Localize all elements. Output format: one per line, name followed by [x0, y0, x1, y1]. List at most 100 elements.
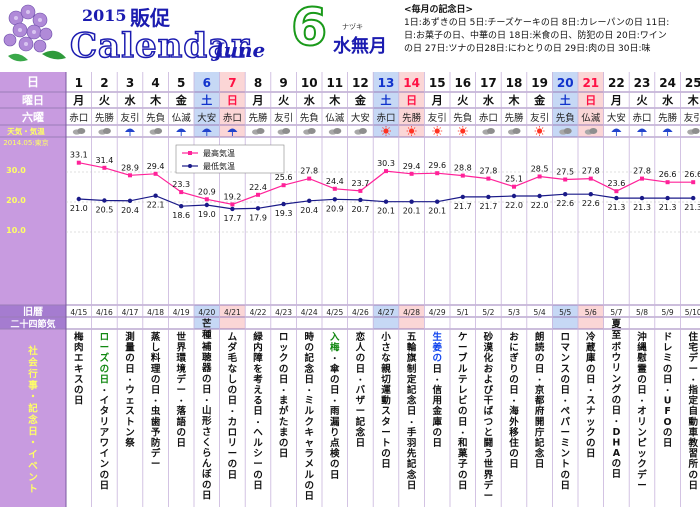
kyureki-date: 5/1	[457, 308, 469, 317]
rokuyo-label: 赤口	[69, 113, 88, 124]
event-char: ・	[331, 397, 339, 406]
max-temp-label: 23.3	[172, 180, 190, 189]
event-char: 日	[125, 364, 135, 375]
date-number: 23	[634, 76, 651, 90]
event-char: タ	[100, 405, 110, 417]
kyureki-date: 4/29	[429, 308, 446, 317]
rokuyo-label: 友引	[530, 112, 549, 124]
event-char: キ	[304, 427, 314, 438]
event-char: の	[458, 470, 468, 481]
event-char: グ	[612, 383, 622, 395]
weekday-label: 日	[406, 94, 417, 107]
date-number: 11	[326, 76, 343, 90]
kyureki-date: 4/28	[403, 308, 420, 317]
event-char: ル	[304, 470, 314, 481]
row-label-events-char: ・	[28, 438, 38, 449]
event-char: ラ	[304, 449, 314, 460]
max-temp-point	[588, 176, 593, 181]
min-temp-point	[332, 197, 337, 202]
event-char: ン	[560, 449, 570, 460]
event-char: タ	[381, 416, 391, 428]
event-char: ト	[381, 438, 391, 449]
min-temp-point	[435, 199, 440, 204]
event-char: 化	[484, 352, 494, 364]
min-temp-point	[179, 204, 184, 209]
event-char: ズ	[100, 352, 110, 364]
kyureki-date: 4/22	[250, 308, 267, 317]
event-char: ウ	[125, 385, 135, 396]
header-month-en: June	[214, 38, 266, 62]
rokuyo-label: 先勝	[504, 112, 524, 124]
rokuyo-label: 先負	[300, 112, 319, 124]
row-label-date: 日	[27, 75, 39, 89]
header-furigana: ナヅキ	[342, 23, 363, 31]
min-temp-label: 20.1	[428, 207, 446, 216]
event-char: ン	[100, 459, 110, 470]
monthly-anniversaries-line: 日:お菓子の日、中華の日 18日:米食の日、防犯の日 20日:ワイン	[404, 31, 667, 41]
event-char: デ	[176, 373, 186, 385]
event-char: の	[688, 470, 698, 481]
event-char: 親	[381, 363, 391, 375]
row-label-events-char: 社	[27, 345, 38, 357]
event-char: ッ	[637, 449, 647, 460]
event-char: パ	[560, 416, 570, 428]
event-char: ン	[612, 374, 622, 385]
event-char: ・	[356, 375, 364, 384]
weekday-label: 水	[125, 93, 137, 107]
event-char: 日	[202, 384, 212, 395]
event-char: 外	[508, 416, 519, 428]
max-temp-point	[665, 180, 670, 185]
event-char: く	[202, 437, 212, 448]
max-temp-label: 29.4	[403, 162, 421, 171]
event-char: 日	[381, 459, 391, 470]
event-char: 時	[304, 331, 314, 343]
event-char: 府	[535, 405, 545, 417]
event-char: る	[253, 396, 263, 407]
sekki-char: 至	[612, 330, 622, 341]
event-char: ト	[125, 417, 135, 428]
event-char: 量	[125, 342, 135, 354]
event-char: 障	[253, 352, 263, 364]
event-char: の	[125, 353, 135, 364]
event-char: 習	[688, 449, 698, 460]
event-char: 検	[330, 448, 340, 460]
weekday-label: 金	[175, 93, 188, 107]
event-char: 日	[612, 469, 622, 480]
date-number: 24	[659, 76, 676, 90]
min-temp-point	[281, 201, 286, 207]
rokuyo-label: 仏滅	[172, 112, 192, 124]
rokuyo-label: 先勝	[658, 112, 678, 124]
event-char: の	[304, 480, 314, 491]
event-char: の	[100, 470, 110, 481]
kyureki-date: 5/3	[508, 308, 520, 317]
sun-icon	[537, 128, 543, 134]
weekday-label: 火	[637, 94, 649, 107]
date-number: 5	[177, 76, 185, 90]
event-char: 緑	[253, 331, 263, 343]
event-char: 予	[151, 427, 161, 438]
event-char: 点	[330, 437, 340, 449]
event-char: 理	[151, 364, 161, 375]
date-number: 3	[126, 76, 134, 90]
event-char: 日	[100, 374, 110, 385]
event-char: の	[535, 353, 545, 364]
min-temp-point	[460, 194, 465, 200]
event-char: 日	[586, 374, 596, 385]
event-char: ・	[536, 375, 544, 384]
event-char: 日	[330, 470, 340, 481]
event-char: 庁	[534, 426, 545, 438]
event-char: 恋	[356, 331, 366, 343]
event-char: 車	[688, 426, 698, 438]
max-temp-point	[563, 177, 568, 182]
event-char: キ	[74, 364, 84, 375]
kyureki-date: 4/19	[173, 308, 190, 317]
event-char: 蒸	[151, 331, 161, 343]
sekki-char: 芒	[202, 318, 212, 330]
event-char: び	[484, 384, 494, 396]
event-char: ペ	[560, 406, 570, 417]
event-char: 世	[484, 458, 494, 470]
rokuyo-label: 先負	[556, 112, 575, 124]
event-char: リ	[612, 363, 622, 374]
event-char: 用	[431, 396, 442, 407]
event-char: り	[330, 427, 340, 438]
